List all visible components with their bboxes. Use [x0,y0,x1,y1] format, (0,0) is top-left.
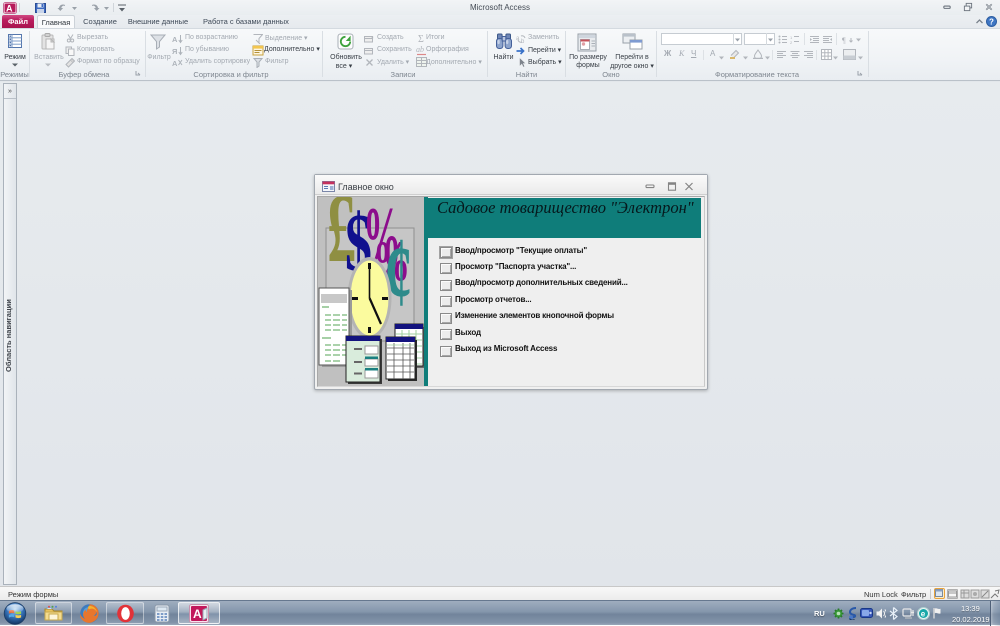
svg-text:2: 2 [790,40,793,44]
svg-text:A: A [193,607,202,621]
svg-text:А: А [172,35,178,44]
svg-text:A: A [6,4,13,14]
svg-text:e: e [921,610,926,619]
svg-text:¶: ¶ [842,36,846,44]
svg-text:Σ: Σ [418,34,424,44]
svg-text:ab: ab [416,45,424,54]
svg-text:А: А [172,59,178,68]
svg-text:?: ? [989,18,994,27]
svg-text:*: * [371,36,374,43]
svg-text:b: b [521,39,525,44]
svg-text:Я: Я [172,47,177,56]
